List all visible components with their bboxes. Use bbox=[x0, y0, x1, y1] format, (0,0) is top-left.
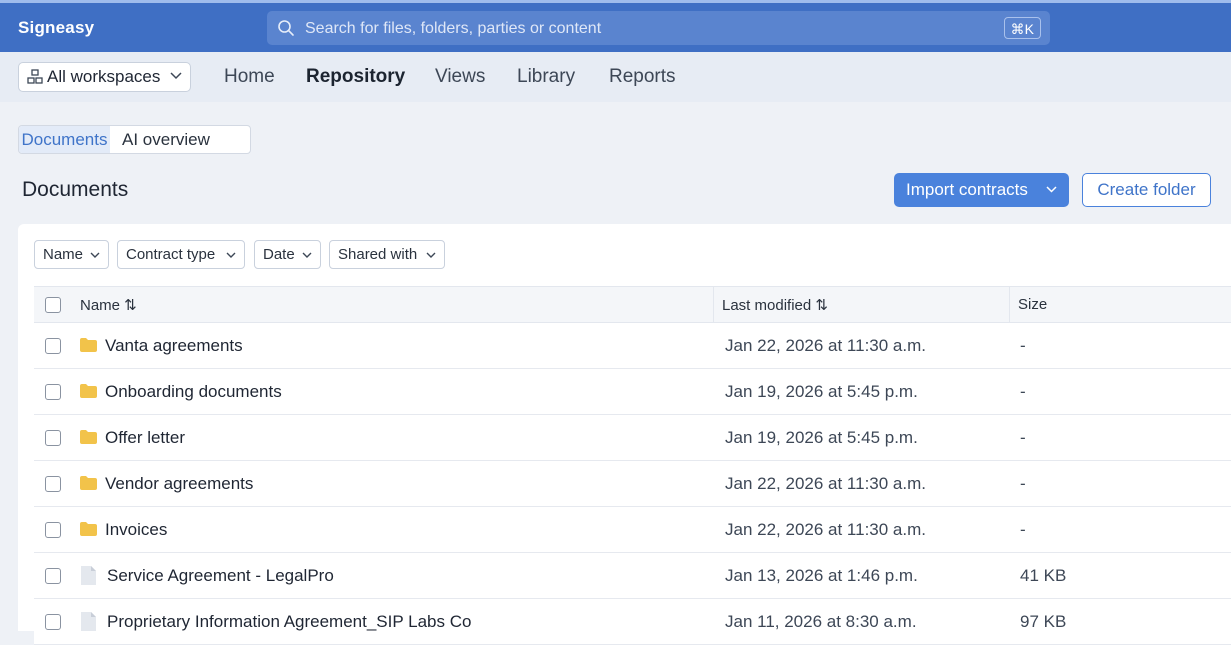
row-checkbox[interactable] bbox=[45, 522, 61, 538]
row-checkbox[interactable] bbox=[45, 384, 61, 400]
row-name[interactable]: Proprietary Information Agreement_SIP La… bbox=[107, 612, 471, 632]
global-search[interactable]: ⌘K bbox=[267, 11, 1050, 47]
search-input[interactable] bbox=[303, 11, 987, 47]
table-row[interactable]: Onboarding documents Jan 19, 2026 at 5:4… bbox=[34, 369, 1231, 415]
row-size: 97 KB bbox=[1020, 612, 1067, 631]
search-icon bbox=[278, 20, 294, 36]
row-size: - bbox=[1020, 520, 1026, 539]
nav-views[interactable]: Views bbox=[435, 66, 485, 88]
folder-icon bbox=[80, 522, 97, 536]
column-divider bbox=[1009, 287, 1010, 322]
tab-documents[interactable]: Documents bbox=[19, 126, 110, 153]
workspace-icon bbox=[27, 69, 43, 84]
documents-panel: Name Contract type Date Shared with Name… bbox=[18, 224, 1231, 645]
row-name[interactable]: Onboarding documents bbox=[105, 382, 282, 402]
column-divider bbox=[713, 287, 714, 322]
brand-logo[interactable]: Signeasy bbox=[18, 18, 94, 38]
row-modified: Jan 13, 2026 at 1:46 p.m. bbox=[725, 566, 918, 585]
top-bar: Signeasy ⌘K bbox=[0, 0, 1231, 52]
row-checkbox[interactable] bbox=[45, 338, 61, 354]
row-size: 41 KB bbox=[1020, 566, 1067, 585]
column-header-last-modified[interactable]: Last modified ⇅ bbox=[722, 296, 828, 314]
filter-shared-with-label: Shared with bbox=[338, 246, 418, 263]
workspace-selector[interactable]: All workspaces bbox=[18, 62, 191, 92]
import-contracts-label: Import contracts bbox=[906, 180, 1028, 199]
folder-icon bbox=[80, 384, 97, 398]
row-name[interactable]: Offer letter bbox=[105, 428, 185, 448]
row-modified: Jan 22, 2026 at 11:30 a.m. bbox=[725, 336, 926, 355]
document-icon bbox=[81, 612, 96, 631]
table-row[interactable]: Invoices Jan 22, 2026 at 11:30 a.m. - bbox=[34, 507, 1231, 553]
table-row[interactable]: Vanta agreements Jan 22, 2026 at 11:30 a… bbox=[34, 323, 1231, 369]
nav-reports[interactable]: Reports bbox=[609, 66, 676, 88]
chevron-down-icon bbox=[1046, 186, 1057, 193]
search-shortcut-badge: ⌘K bbox=[1003, 17, 1041, 39]
tab-ai-overview[interactable]: AI overview bbox=[110, 126, 222, 153]
nav-repository[interactable]: Repository bbox=[306, 66, 405, 88]
row-modified: Jan 22, 2026 at 11:30 a.m. bbox=[725, 474, 926, 493]
filter-contract-type-label: Contract type bbox=[126, 246, 216, 263]
row-checkbox[interactable] bbox=[45, 614, 61, 630]
row-modified: Jan 19, 2026 at 5:45 p.m. bbox=[725, 382, 918, 401]
column-header-name[interactable]: Name ⇅ bbox=[80, 296, 137, 314]
view-tabs: Documents AI overview bbox=[18, 125, 251, 154]
folder-icon bbox=[80, 338, 97, 352]
table-row[interactable]: Offer letter Jan 19, 2026 at 5:45 p.m. - bbox=[34, 415, 1231, 461]
folder-icon bbox=[80, 476, 97, 490]
table-row[interactable]: Vendor agreements Jan 22, 2026 at 11:30 … bbox=[34, 461, 1231, 507]
row-size: - bbox=[1020, 428, 1026, 447]
row-name[interactable]: Service Agreement - LegalPro bbox=[107, 566, 334, 586]
page-title: Documents bbox=[22, 178, 129, 201]
table-row[interactable]: Proprietary Information Agreement_SIP La… bbox=[34, 599, 1231, 645]
row-modified: Jan 22, 2026 at 11:30 a.m. bbox=[725, 520, 926, 539]
filter-shared-with[interactable]: Shared with bbox=[329, 240, 445, 269]
row-name[interactable]: Vendor agreements bbox=[105, 474, 253, 494]
nav-library[interactable]: Library bbox=[517, 66, 575, 88]
row-name[interactable]: Invoices bbox=[105, 520, 167, 540]
row-size: - bbox=[1020, 336, 1026, 355]
chevron-down-icon bbox=[170, 72, 182, 80]
nav-home[interactable]: Home bbox=[224, 66, 275, 88]
row-checkbox[interactable] bbox=[45, 476, 61, 492]
row-modified: Jan 19, 2026 at 5:45 p.m. bbox=[725, 428, 918, 447]
filter-contract-type[interactable]: Contract type bbox=[117, 240, 245, 269]
folder-icon bbox=[80, 430, 97, 444]
row-size: - bbox=[1020, 474, 1026, 493]
import-contracts-button[interactable]: Import contracts bbox=[894, 173, 1069, 207]
column-header-size: Size bbox=[1018, 296, 1048, 313]
filter-name-label: Name bbox=[43, 246, 84, 263]
filter-date-label: Date bbox=[263, 246, 295, 263]
filter-name[interactable]: Name bbox=[34, 240, 109, 269]
chevron-down-icon bbox=[90, 252, 100, 258]
document-icon bbox=[81, 566, 96, 585]
chevron-down-icon bbox=[302, 252, 312, 258]
nav-bar: All workspaces Home Repository Views Lib… bbox=[0, 52, 1231, 102]
workspace-label: All workspaces bbox=[47, 67, 161, 86]
select-all-checkbox[interactable] bbox=[45, 297, 61, 313]
row-name[interactable]: Vanta agreements bbox=[105, 336, 243, 356]
chevron-down-icon bbox=[226, 252, 236, 258]
filter-date[interactable]: Date bbox=[254, 240, 321, 269]
row-modified: Jan 11, 2026 at 8:30 a.m. bbox=[725, 612, 917, 631]
chevron-down-icon bbox=[426, 252, 436, 258]
table-row[interactable]: Service Agreement - LegalPro Jan 13, 202… bbox=[34, 553, 1231, 599]
row-checkbox[interactable] bbox=[45, 430, 61, 446]
create-folder-button[interactable]: Create folder bbox=[1082, 173, 1211, 207]
row-size: - bbox=[1020, 382, 1026, 401]
table-header: Name ⇅ Last modified ⇅ Size bbox=[34, 286, 1231, 323]
row-checkbox[interactable] bbox=[45, 568, 61, 584]
